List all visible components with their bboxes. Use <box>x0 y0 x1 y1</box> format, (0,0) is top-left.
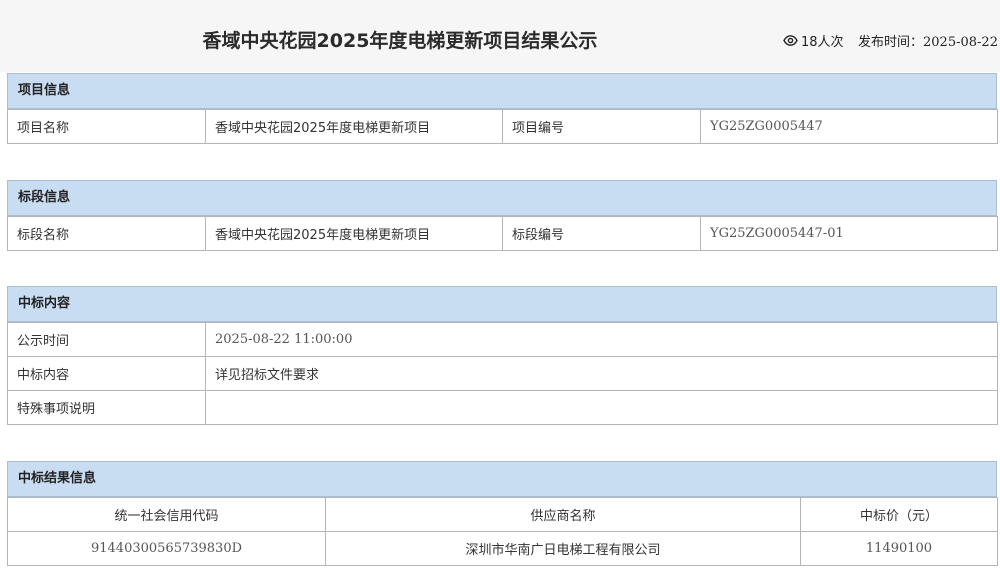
project-name-label: 项目名称 <box>7 109 206 144</box>
publish-time: 发布时间：2025-08-22 <box>858 31 998 50</box>
award-content-section: 中标内容 公示时间 2025-08-22 11:00:00 中标内容 详见招标文… <box>7 286 998 425</box>
publish-time-value: 2025-08-22 <box>923 35 998 50</box>
publish-time-label: 发布时间： <box>858 35 924 50</box>
table-row: 中标内容 详见招标文件要求 <box>7 356 998 391</box>
project-info-table: 项目名称 香域中央花园2025年度电梯更新项目 项目编号 YG25ZG00054… <box>7 109 998 144</box>
project-info-heading: 项目信息 <box>7 73 997 109</box>
eye-icon <box>783 35 798 46</box>
column-header-supplier: 供应商名称 <box>325 497 801 532</box>
section-code-value: YG25ZG0005447-01 <box>700 216 998 251</box>
section-info-table: 标段名称 香域中央花园2025年度电梯更新项目 标段编号 YG25ZG00054… <box>7 216 998 251</box>
award-result-heading: 中标结果信息 <box>7 461 997 497</box>
project-name-value: 香域中央花园2025年度电梯更新项目 <box>205 109 503 144</box>
publicity-time-label: 公示时间 <box>7 322 206 357</box>
table-row: 公示时间 2025-08-22 11:00:00 <box>7 322 998 357</box>
special-notes-value <box>205 390 998 425</box>
project-code-value: YG25ZG0005447 <box>700 109 998 144</box>
award-content-heading: 中标内容 <box>7 286 997 322</box>
section-name-value: 香域中央花园2025年度电梯更新项目 <box>205 216 503 251</box>
section-info-heading: 标段信息 <box>7 180 997 216</box>
project-code-label: 项目编号 <box>502 109 701 144</box>
column-header-credit-code: 统一社会信用代码 <box>7 497 326 532</box>
view-count: 18人次 <box>783 31 844 50</box>
table-row: 91440300565739830D 深圳市华南广日电梯工程有限公司 11490… <box>7 531 998 566</box>
special-notes-label: 特殊事项说明 <box>7 390 206 425</box>
award-result-section: 中标结果信息 统一社会信用代码 供应商名称 中标价（元） 91440300565… <box>7 461 998 566</box>
publicity-time-value: 2025-08-22 11:00:00 <box>205 322 998 357</box>
view-count-text: 18人次 <box>801 35 844 50</box>
award-result-table: 统一社会信用代码 供应商名称 中标价（元） 91440300565739830D… <box>7 497 998 566</box>
table-header-row: 统一社会信用代码 供应商名称 中标价（元） <box>7 497 998 532</box>
section-code-label: 标段编号 <box>502 216 701 251</box>
page-header: 香域中央花园2025年度电梯更新项目结果公示 18人次 发布时间：2025-08… <box>0 0 1000 72</box>
table-row: 标段名称 香域中央花园2025年度电梯更新项目 标段编号 YG25ZG00054… <box>7 216 998 251</box>
award-content-table: 公示时间 2025-08-22 11:00:00 中标内容 详见招标文件要求 特… <box>7 322 998 425</box>
supplier-name-cell: 深圳市华南广日电梯工程有限公司 <box>325 531 801 566</box>
project-info-section: 项目信息 项目名称 香域中央花园2025年度电梯更新项目 项目编号 YG25ZG… <box>7 73 998 144</box>
page-title: 香域中央花园2025年度电梯更新项目结果公示 <box>202 30 598 52</box>
table-row: 特殊事项说明 <box>7 390 998 425</box>
section-info-section: 标段信息 标段名称 香域中央花园2025年度电梯更新项目 标段编号 YG25ZG… <box>7 180 998 251</box>
award-content-value: 详见招标文件要求 <box>205 356 998 391</box>
award-price-cell: 11490100 <box>800 531 998 566</box>
table-row: 项目名称 香域中央花园2025年度电梯更新项目 项目编号 YG25ZG00054… <box>7 109 998 144</box>
column-header-price: 中标价（元） <box>800 497 998 532</box>
section-name-label: 标段名称 <box>7 216 206 251</box>
credit-code-cell: 91440300565739830D <box>7 531 326 566</box>
award-content-label: 中标内容 <box>7 356 206 391</box>
